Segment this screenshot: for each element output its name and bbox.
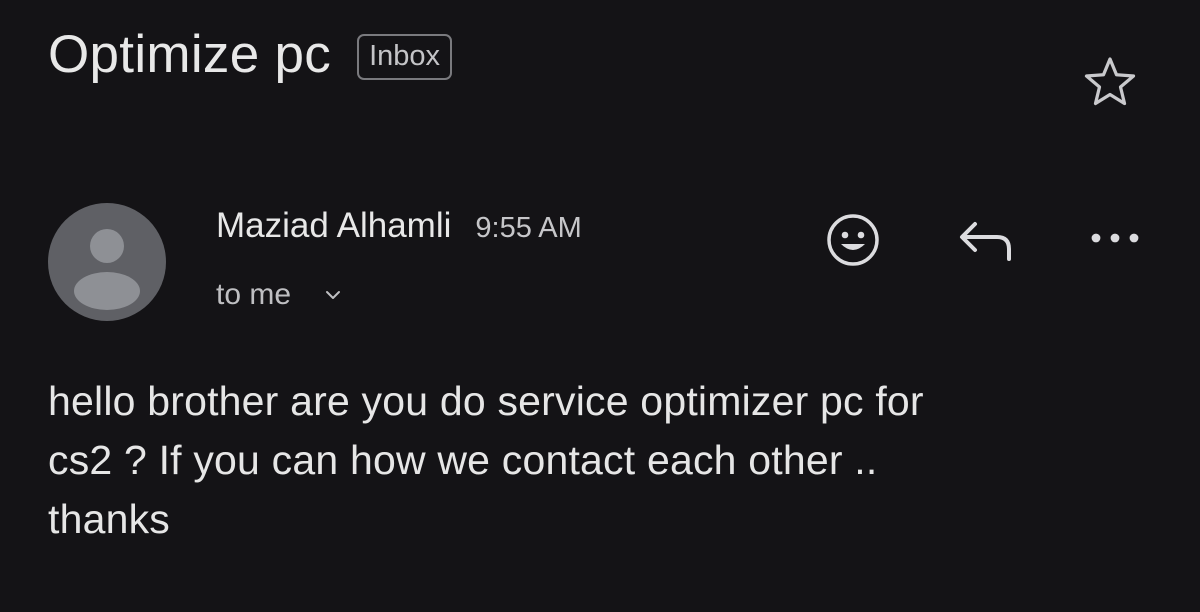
email-body: hello brother are you do service optimiz…: [48, 372, 1158, 549]
sender-avatar[interactable]: [48, 203, 166, 321]
chevron-down-icon: [326, 291, 341, 299]
subject-header: Optimize pc Inbox: [48, 25, 453, 84]
email-body-line: hello brother are you do service optimiz…: [48, 378, 924, 424]
inbox-label-chip[interactable]: Inbox: [357, 33, 453, 80]
recipient-text: to me: [216, 278, 292, 311]
email-subject: Optimize pc: [48, 25, 332, 84]
person-icon: [74, 229, 140, 310]
recipient-details-toggle[interactable]: to me: [216, 280, 345, 310]
sender-info: Maziad Alhamli 9:55 AM: [216, 208, 582, 243]
email-time: 9:55 AM: [475, 212, 582, 244]
email-view: Optimize pc Inbox Maziad Alhamli 9:55 AM…: [0, 0, 1200, 612]
emoji-reaction-icon[interactable]: [824, 211, 882, 269]
sender-name[interactable]: Maziad Alhamli: [216, 208, 451, 243]
star-icon[interactable]: [1080, 52, 1140, 112]
email-body-line: cs2 ? If you can how we contact each oth…: [48, 437, 878, 483]
reply-icon[interactable]: [953, 215, 1017, 267]
email-body-line: thanks: [48, 496, 170, 542]
more-options-icon[interactable]: [1086, 222, 1144, 254]
